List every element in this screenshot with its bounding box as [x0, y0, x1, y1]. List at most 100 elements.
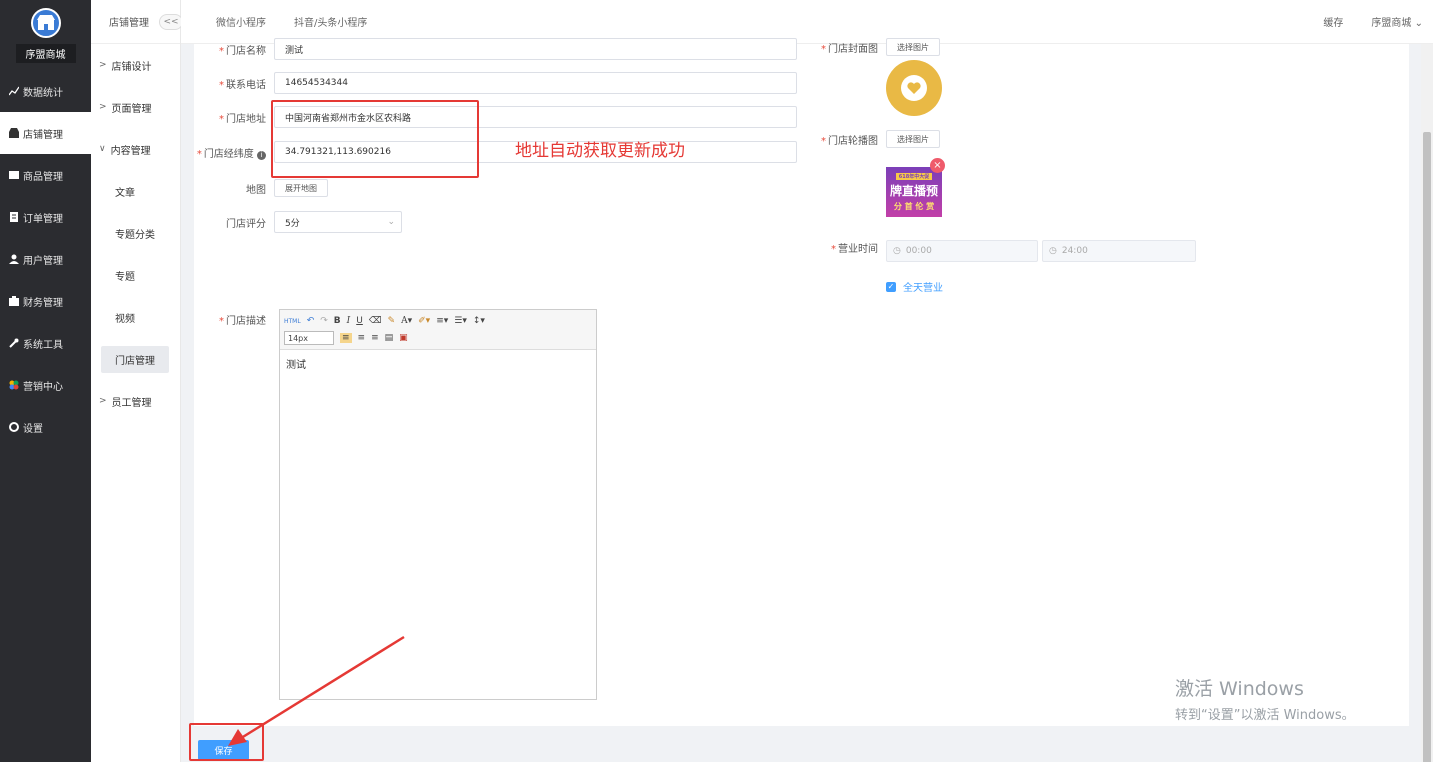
collapse-button[interactable]: << — [159, 14, 183, 30]
close-icon[interactable]: × — [930, 158, 945, 173]
redo-icon[interactable]: ↷ — [320, 316, 328, 326]
clock-icon: ◷ — [893, 246, 901, 256]
menu-item-marketing[interactable]: 营销中心 — [0, 364, 91, 406]
undo-icon[interactable]: ↶ — [307, 316, 315, 326]
user-icon — [8, 254, 19, 265]
brush-icon[interactable]: ✎ — [388, 316, 396, 326]
desc-row: * 门店描述 — [219, 316, 266, 327]
subnav-item-topic-category[interactable]: 专题分类 — [91, 212, 180, 254]
carousel-image[interactable]: 618年中大促 牌直播预 分 首 伦 赏 — [886, 167, 942, 217]
goods-icon — [8, 170, 19, 181]
phone-row: * 联系电话 14654534344 — [194, 72, 797, 94]
main-sidebar: 序盟商城 数据统计 店铺管理 商品管理 订单管理 用户管理 财务管理 系统工具 … — [0, 0, 91, 762]
scroll-thumb[interactable] — [1423, 132, 1431, 762]
map-row: 地图 展开地图 — [194, 179, 328, 197]
menu-item-goods[interactable]: 商品管理 — [0, 154, 91, 196]
cache-link[interactable]: 缓存 — [1323, 14, 1343, 29]
align-left-icon[interactable]: ≡ — [340, 333, 352, 343]
topbar-right: 缓存 序盟商城 ⌄ — [1323, 14, 1423, 29]
subnav-item-content[interactable]: ∨ 内容管理 — [91, 128, 180, 170]
menu-item-orders[interactable]: 订单管理 — [0, 196, 91, 238]
chevron-right-icon: > — [99, 60, 107, 70]
bullet-list-icon[interactable]: ☰▾ — [454, 316, 467, 326]
subnav-item-video[interactable]: 视频 — [91, 296, 180, 338]
shop-menu[interactable]: 序盟商城 ⌄ — [1371, 14, 1423, 29]
eraser-icon[interactable]: ⌫ — [369, 316, 382, 326]
editor-content[interactable]: 测试 — [280, 350, 596, 377]
marketing-icon — [8, 380, 19, 391]
annotation-text: 地址自动获取更新成功 — [515, 141, 685, 161]
scrollbar[interactable] — [1421, 44, 1433, 762]
carousel-row: * 门店轮播图 选择图片 — [814, 130, 940, 148]
menu-item-tools[interactable]: 系统工具 — [0, 322, 91, 364]
chevron-down-icon: ∨ — [99, 144, 106, 154]
order-icon — [8, 212, 19, 223]
bold-icon[interactable]: B — [334, 316, 341, 326]
all-day-checkbox[interactable]: ✓ — [886, 281, 896, 292]
image-icon[interactable]: ▣ — [399, 333, 408, 343]
logo-area: 序盟商城 — [0, 0, 91, 70]
store-form: * 门店名称 测试 * 联系电话 14654534344 * 门店地址 中国河南省郑州… — [194, 38, 1409, 726]
cover-row: * 门店封面图 选择图片 — [814, 38, 940, 56]
subnav-item-article[interactable]: 文章 — [91, 170, 180, 212]
store-name-input[interactable]: 测试 — [274, 38, 797, 60]
subnav-item-pages[interactable]: > 页面管理 — [91, 86, 180, 128]
sub-sidebar: 店铺管理 << > 店铺设计 > 页面管理 ∨ 内容管理 文章 专题分类 专题 视频 … — [91, 0, 183, 762]
chevron-down-icon: ⌄ — [387, 217, 395, 227]
all-day-row[interactable]: ✓ 全天营业 — [886, 279, 943, 294]
tab-wechat[interactable]: 微信小程序 — [216, 14, 266, 29]
all-day-label: 全天营业 — [903, 283, 943, 294]
name-row: * 门店名称 测试 — [194, 38, 797, 60]
chevron-right-icon: > — [99, 102, 107, 112]
chevron-right-icon: > — [99, 396, 107, 406]
hours-row: * 营业时间 — [831, 244, 878, 255]
windows-watermark: 激活 Windows 转到“设置”以激活 Windows。 — [1175, 678, 1355, 723]
menu-item-store[interactable]: 店铺管理 — [0, 112, 91, 154]
choose-cover-button[interactable]: 选择图片 — [886, 38, 940, 56]
store-logo-icon[interactable] — [30, 8, 61, 38]
menu-item-settings[interactable]: 设置 — [0, 406, 91, 448]
menu-item-finance[interactable]: 财务管理 — [0, 280, 91, 322]
rating-select[interactable]: 5分 ⌄ — [274, 211, 402, 233]
align-right-icon[interactable]: ≡ — [371, 333, 379, 343]
ordered-list-icon[interactable]: ≡▾ — [436, 316, 448, 326]
gear-icon — [8, 422, 19, 433]
chart-line-icon — [8, 86, 19, 97]
open-time-input[interactable]: ◷ 00:00 — [886, 240, 1038, 262]
underline-icon[interactable]: U — [356, 316, 363, 326]
subnav-item-topic[interactable]: 专题 — [91, 254, 180, 296]
highlight-icon[interactable]: ✐▾ — [418, 316, 430, 326]
phone-input[interactable]: 14654534344 — [274, 72, 797, 94]
subnav-item-staff[interactable]: > 员工管理 — [91, 380, 180, 422]
font-size-select[interactable]: 14px — [284, 331, 334, 345]
rating-row: 门店评分 5分 ⌄ — [194, 211, 402, 233]
info-icon[interactable]: i — [257, 150, 266, 160]
rich-text-editor: HTML ↶ ↷ B I U ⌫ ✎ A▾ ✐▾ ≡▾ ☰▾ ↕▾ 14px ≡… — [279, 309, 597, 700]
highlight-box — [271, 100, 479, 178]
html-icon[interactable]: HTML — [284, 318, 301, 325]
subnav-item-stores[interactable]: 门店管理 — [91, 338, 180, 380]
menu-item-users[interactable]: 用户管理 — [0, 238, 91, 280]
save-highlight-box — [189, 723, 264, 761]
editor-toolbar: HTML ↶ ↷ B I U ⌫ ✎ A▾ ✐▾ ≡▾ ☰▾ ↕▾ 14px ≡… — [280, 310, 596, 350]
font-color-icon[interactable]: A▾ — [401, 316, 412, 326]
line-height-icon[interactable]: ↕▾ — [473, 316, 485, 326]
store-icon — [8, 128, 19, 139]
clock-icon: ◷ — [1049, 246, 1057, 256]
italic-icon[interactable]: I — [347, 316, 351, 326]
heart-icon — [901, 75, 927, 101]
align-center-icon[interactable]: ≡ — [358, 333, 366, 343]
close-time-input[interactable]: ◷ 24:00 — [1042, 240, 1196, 262]
tab-douyin[interactable]: 抖音/头条小程序 — [294, 14, 367, 29]
finance-icon — [8, 296, 19, 307]
menu-item-stats[interactable]: 数据统计 — [0, 70, 91, 112]
expand-map-button[interactable]: 展开地图 — [274, 179, 328, 197]
bottom-bar — [181, 726, 1433, 762]
align-justify-icon[interactable]: ▤ — [385, 333, 394, 343]
chevron-down-icon: ⌄ — [1414, 18, 1423, 29]
subnav-item-design[interactable]: > 店铺设计 — [91, 44, 180, 86]
shop-name: 序盟商城 — [15, 44, 76, 63]
choose-carousel-button[interactable]: 选择图片 — [886, 130, 940, 148]
wrench-icon — [8, 338, 19, 349]
cover-image[interactable] — [886, 60, 942, 116]
